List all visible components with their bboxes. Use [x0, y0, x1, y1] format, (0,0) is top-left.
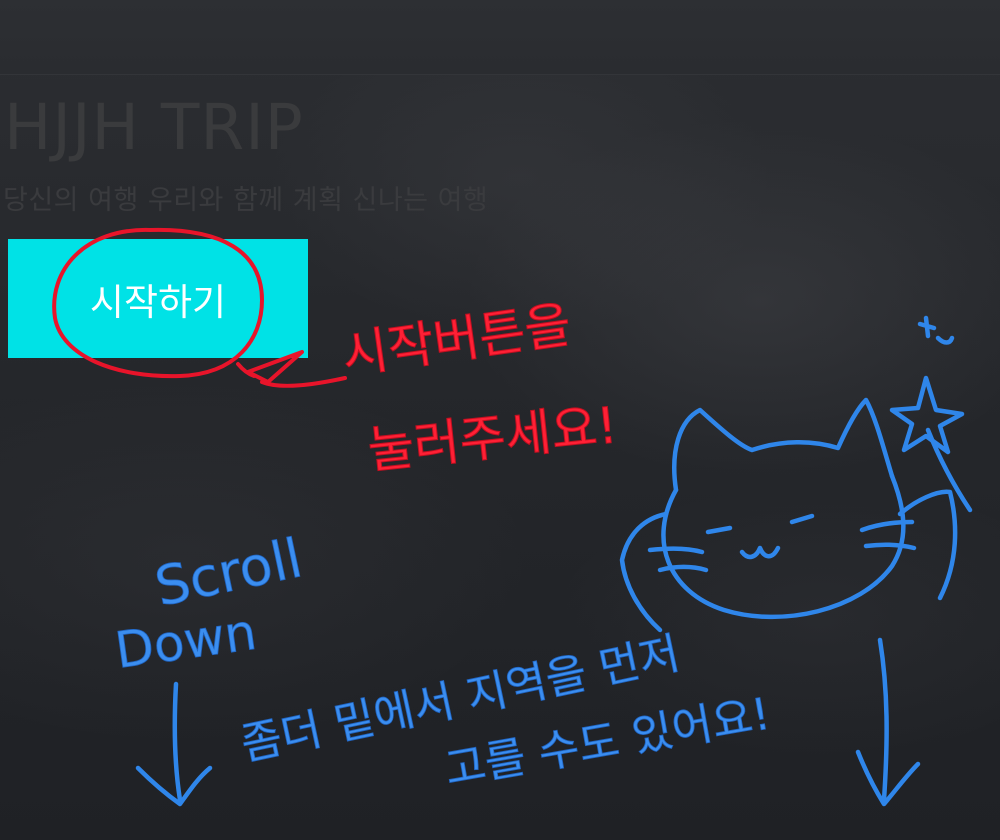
start-button-label: 시작하기 [89, 280, 227, 324]
scroll-hint-word2: Down [112, 603, 260, 680]
start-hint-line1: 시작버튼을 [339, 295, 575, 384]
hero-title: HJJH TRIP [4, 91, 304, 164]
scroll-hint-word1: Scroll [150, 526, 308, 618]
page: HJJH TRIP 당신의 여행 우리와 함께 계획 신나는 여행 시작하기 시… [0, 0, 1000, 840]
red-circle-tail [236, 362, 256, 378]
star-wand-icon [889, 315, 973, 513]
region-hint-line2: 고를 수도 있어요! [441, 688, 774, 795]
hero-subtitle: 당신의 여행 우리와 함께 계획 신나는 여행 [3, 185, 489, 216]
cat-doodle-icon [619, 397, 958, 633]
arrow-down-icon [855, 637, 921, 807]
start-button[interactable]: 시작하기 [8, 239, 308, 358]
top-header-band [0, 0, 1000, 75]
arrow-down-icon [135, 681, 213, 807]
region-hint-line1: 좀더 밑에서 지역을 먼저 [237, 628, 685, 771]
start-hint-line2: 눌러주세요! [365, 396, 620, 480]
